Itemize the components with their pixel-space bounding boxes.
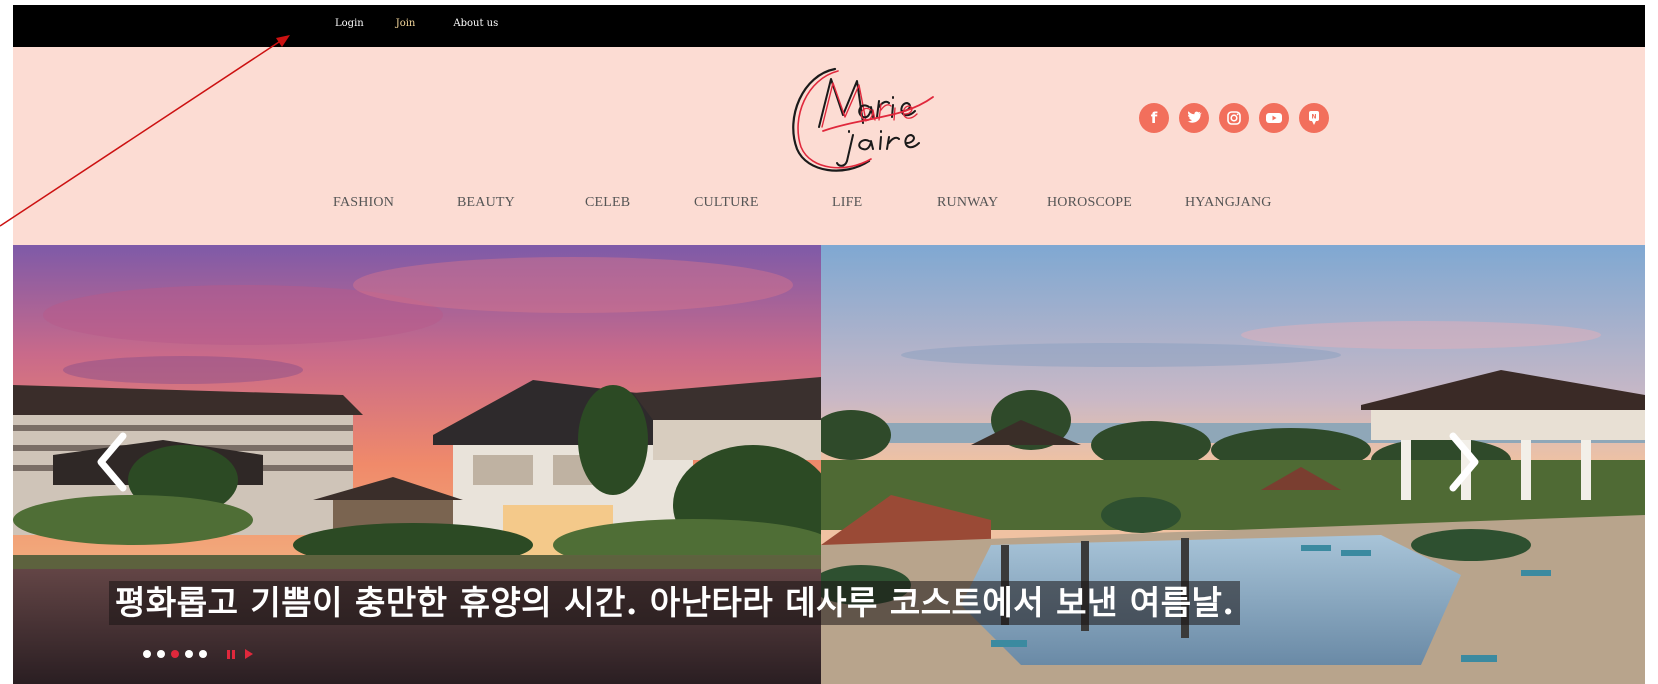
nav-item-life[interactable]: LIFE xyxy=(832,195,862,211)
about-us-link[interactable]: About us xyxy=(453,18,498,29)
instagram-icon[interactable] xyxy=(1219,103,1249,133)
nav-item-runway[interactable]: RUNWAY xyxy=(937,195,998,211)
post-icon[interactable]: N xyxy=(1299,103,1329,133)
slide-dot[interactable] xyxy=(143,650,151,658)
slide-dot[interactable] xyxy=(199,650,207,658)
nav-item-horoscope[interactable]: HOROSCOPE xyxy=(1047,195,1132,211)
nav-item-beauty[interactable]: BEAUTY xyxy=(457,195,515,211)
join-link[interactable]: Join xyxy=(396,18,416,29)
slide-dot[interactable] xyxy=(185,650,193,658)
social-links: f N xyxy=(1139,103,1329,133)
youtube-icon[interactable] xyxy=(1259,103,1289,133)
nav-item-fashion[interactable]: FASHION xyxy=(333,195,394,211)
top-bar: Login Join About us xyxy=(13,5,1645,47)
marie-claire-logo[interactable] xyxy=(783,57,943,179)
chevron-left-icon[interactable] xyxy=(93,432,133,492)
login-link[interactable]: Login xyxy=(335,18,364,29)
hero-slideshow: 평화롭고 기쁨이 충만한 휴양의 시간. 아난타라 데사루 코스트에서 보낸 여… xyxy=(13,245,1645,684)
nav-item-celeb[interactable]: CELEB xyxy=(585,195,630,211)
svg-text:N: N xyxy=(1311,114,1316,121)
slide-dot[interactable] xyxy=(157,650,165,658)
nav-item-culture[interactable]: CULTURE xyxy=(694,195,759,211)
site-header: f N FASHION BEAUTY CELEB CULTURE LIFE RU… xyxy=(13,47,1645,245)
account-links: Login Join About us xyxy=(335,18,498,29)
chevron-right-icon[interactable] xyxy=(1443,432,1483,492)
twitter-icon[interactable] xyxy=(1179,103,1209,133)
facebook-icon[interactable]: f xyxy=(1139,103,1169,133)
slide-caption: 평화롭고 기쁨이 충만한 휴양의 시간. 아난타라 데사루 코스트에서 보낸 여… xyxy=(109,581,1241,625)
pause-icon[interactable] xyxy=(227,649,235,659)
slide-dot-active[interactable] xyxy=(171,650,179,658)
nav-item-hyangjang[interactable]: HYANGJANG xyxy=(1185,195,1272,211)
slide-indicators xyxy=(143,649,253,659)
play-icon[interactable] xyxy=(245,649,253,659)
page: Login Join About us f N FASHION BEAUTY C… xyxy=(13,5,1645,684)
